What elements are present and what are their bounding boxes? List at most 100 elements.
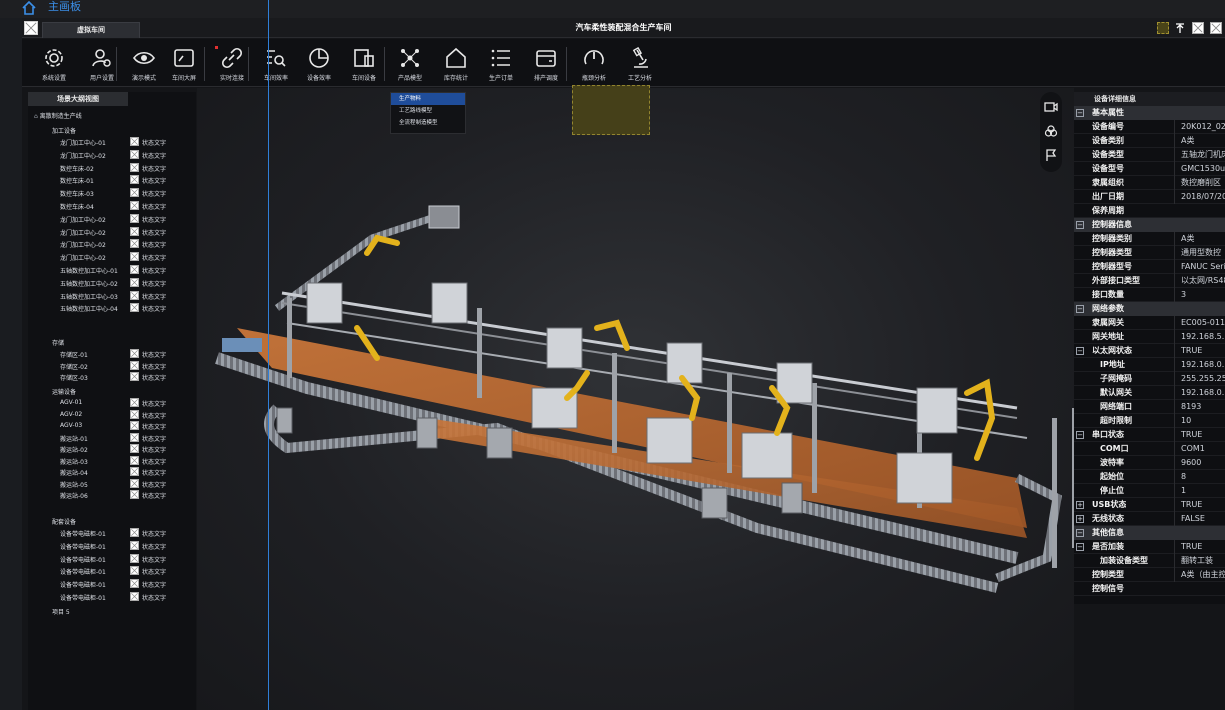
toolbar-button-product-model[interactable]: 产品模型 [388, 39, 432, 87]
dropdown-item-full-process-model[interactable]: 全流程制造模型 [391, 117, 465, 129]
tree-item[interactable]: 搬运站-02 [60, 445, 88, 454]
tree-item[interactable]: 设备带电磁柜-01 [60, 580, 106, 589]
tree-item[interactable]: 搬运站-06 [60, 491, 88, 500]
toolbar-button-gear[interactable]: 系统设置 [32, 39, 76, 87]
tree-item[interactable]: 龙门加工中心-01 [60, 138, 106, 147]
visibility-checkbox[interactable] [130, 252, 139, 262]
visibility-checkbox[interactable] [130, 290, 139, 300]
visibility-checkbox[interactable] [130, 360, 139, 370]
expand-toggle-icon[interactable]: − [1076, 109, 1084, 117]
property-row[interactable]: + 无线状态 FALSE [1074, 512, 1225, 526]
tree-group[interactable]: 项目 5 [52, 607, 70, 616]
property-section[interactable]: − 控制器信息 [1074, 218, 1225, 232]
visibility-checkbox[interactable] [130, 579, 139, 589]
visibility-checkbox[interactable] [130, 432, 139, 442]
tree-item[interactable]: 设备带电磁柜-01 [60, 555, 106, 564]
visibility-checkbox[interactable] [130, 137, 139, 146]
visibility-checkbox[interactable] [130, 226, 139, 236]
visibility-checkbox[interactable] [130, 372, 139, 381]
visibility-checkbox[interactable] [130, 490, 139, 499]
tree-item[interactable]: 存储区-02 [60, 362, 88, 371]
visibility-checkbox[interactable] [130, 277, 139, 287]
tree-item[interactable]: 数控车床-02 [60, 164, 94, 173]
flag-icon[interactable] [1044, 148, 1058, 162]
visibility-checkbox[interactable] [130, 478, 139, 488]
tree-item[interactable]: 五轴数控加工中心-04 [60, 304, 118, 313]
property-row[interactable]: − 是否加装 TRUE [1074, 540, 1225, 554]
visibility-checkbox[interactable] [130, 188, 139, 198]
tree-item[interactable]: 五轴数控加工中心-02 [60, 279, 118, 288]
visibility-checkbox[interactable] [130, 162, 139, 172]
tree-item[interactable]: 数控车床-04 [60, 202, 94, 211]
tree-item[interactable]: 五轴数控加工中心-03 [60, 292, 118, 301]
expand-toggle-icon[interactable]: − [1076, 431, 1084, 439]
main-board-link[interactable]: 主画板 [48, 0, 81, 14]
production-line-3d-scene[interactable] [197, 88, 1074, 710]
tree-item[interactable]: 存储区-03 [60, 373, 88, 382]
tree-item[interactable]: 搬运站-05 [60, 480, 88, 489]
tree-item[interactable]: 存储区-01 [60, 350, 88, 359]
visibility-checkbox[interactable] [130, 421, 139, 430]
dropdown-item-process-route-model[interactable]: 工艺路线模型 [391, 105, 465, 117]
visibility-checkbox[interactable] [130, 303, 139, 313]
toolbar-button-screen[interactable]: 车间大屏 [162, 39, 206, 87]
home-icon[interactable] [22, 1, 36, 15]
visibility-checkbox[interactable] [130, 528, 139, 537]
video-camera-icon[interactable] [1044, 100, 1058, 114]
tree-group[interactable]: 加工设备 [52, 126, 76, 135]
property-row[interactable]: − 以太网状态 TRUE [1074, 344, 1225, 358]
visibility-checkbox[interactable] [130, 566, 139, 576]
tree-item[interactable]: 数控车床-01 [60, 176, 94, 185]
tree-group[interactable]: 配套设备 [52, 517, 76, 526]
tree-item[interactable]: 龙门加工中心-02 [60, 215, 106, 224]
expand-toggle-icon[interactable]: + [1076, 501, 1084, 509]
tree-item[interactable]: AGV-03 [60, 422, 82, 429]
property-row[interactable]: + USB状态 TRUE [1074, 498, 1225, 512]
visibility-checkbox[interactable] [130, 201, 139, 210]
tree-item[interactable]: 设备带电磁柜-01 [60, 542, 106, 551]
visibility-checkbox[interactable] [130, 239, 139, 249]
minimize-icon[interactable] [1157, 22, 1169, 34]
toolbar-button-warehouse[interactable]: 库存统计 [434, 39, 478, 87]
visibility-checkbox[interactable] [130, 265, 139, 274]
tree-item[interactable]: 龙门加工中心-02 [60, 151, 106, 160]
tree-item[interactable]: 龙门加工中心-02 [60, 228, 106, 237]
dropdown-item-production-material[interactable]: 生产物料 [391, 93, 465, 105]
tree-group[interactable]: 运输设备 [52, 387, 76, 396]
visibility-checkbox[interactable] [130, 455, 139, 465]
tree-group[interactable]: 存储 [52, 338, 64, 347]
tree-item[interactable]: 设备带电磁柜-01 [60, 593, 106, 602]
tree-item[interactable]: 搬运站-01 [60, 434, 88, 443]
toolbar-button-pie[interactable]: 设备效率 [297, 39, 341, 87]
tree-item[interactable]: 搬运站-04 [60, 468, 88, 477]
visibility-checkbox[interactable] [130, 175, 139, 185]
toolbar-button-gauge[interactable]: 瓶颈分析 [572, 39, 616, 87]
tree-item[interactable]: AGV-01 [60, 399, 82, 406]
toolbar-button-wallet[interactable]: 排产调度 [524, 39, 568, 87]
property-section[interactable]: − 其他信息 [1074, 526, 1225, 540]
tree-root[interactable]: ⌂ 离散制造生产线 [34, 111, 82, 120]
visibility-checkbox[interactable] [130, 592, 139, 601]
toolbar-button-order-list[interactable]: 生产订单 [479, 39, 523, 87]
tree-item[interactable]: 龙门加工中心-02 [60, 240, 106, 249]
pin-icon[interactable] [1174, 22, 1186, 34]
tree-item[interactable]: 五轴数控加工中心-01 [60, 266, 118, 275]
visibility-checkbox[interactable] [130, 409, 139, 419]
expand-toggle-icon[interactable]: − [1076, 529, 1084, 537]
visibility-checkbox[interactable] [130, 467, 139, 476]
tree-item[interactable]: 设备带电磁柜-01 [60, 529, 106, 538]
property-row[interactable]: − 串口状态 TRUE [1074, 428, 1225, 442]
maximize-icon[interactable] [1192, 22, 1204, 34]
expand-toggle-icon[interactable]: − [1076, 221, 1084, 229]
visibility-checkbox[interactable] [130, 553, 139, 563]
visibility-checkbox[interactable] [130, 444, 139, 453]
property-section[interactable]: − 基本属性 [1074, 106, 1225, 120]
layers-icon[interactable] [1044, 124, 1058, 138]
property-section[interactable]: − 网络参数 [1074, 302, 1225, 316]
visibility-checkbox[interactable] [130, 349, 139, 358]
tree-item[interactable]: 龙门加工中心-02 [60, 253, 106, 262]
tree-item[interactable]: 设备带电磁柜-01 [60, 567, 106, 576]
expand-toggle-icon[interactable]: − [1076, 543, 1084, 551]
visibility-checkbox[interactable] [130, 540, 139, 550]
toolbar-button-microscope[interactable]: 工艺分析 [618, 39, 662, 87]
